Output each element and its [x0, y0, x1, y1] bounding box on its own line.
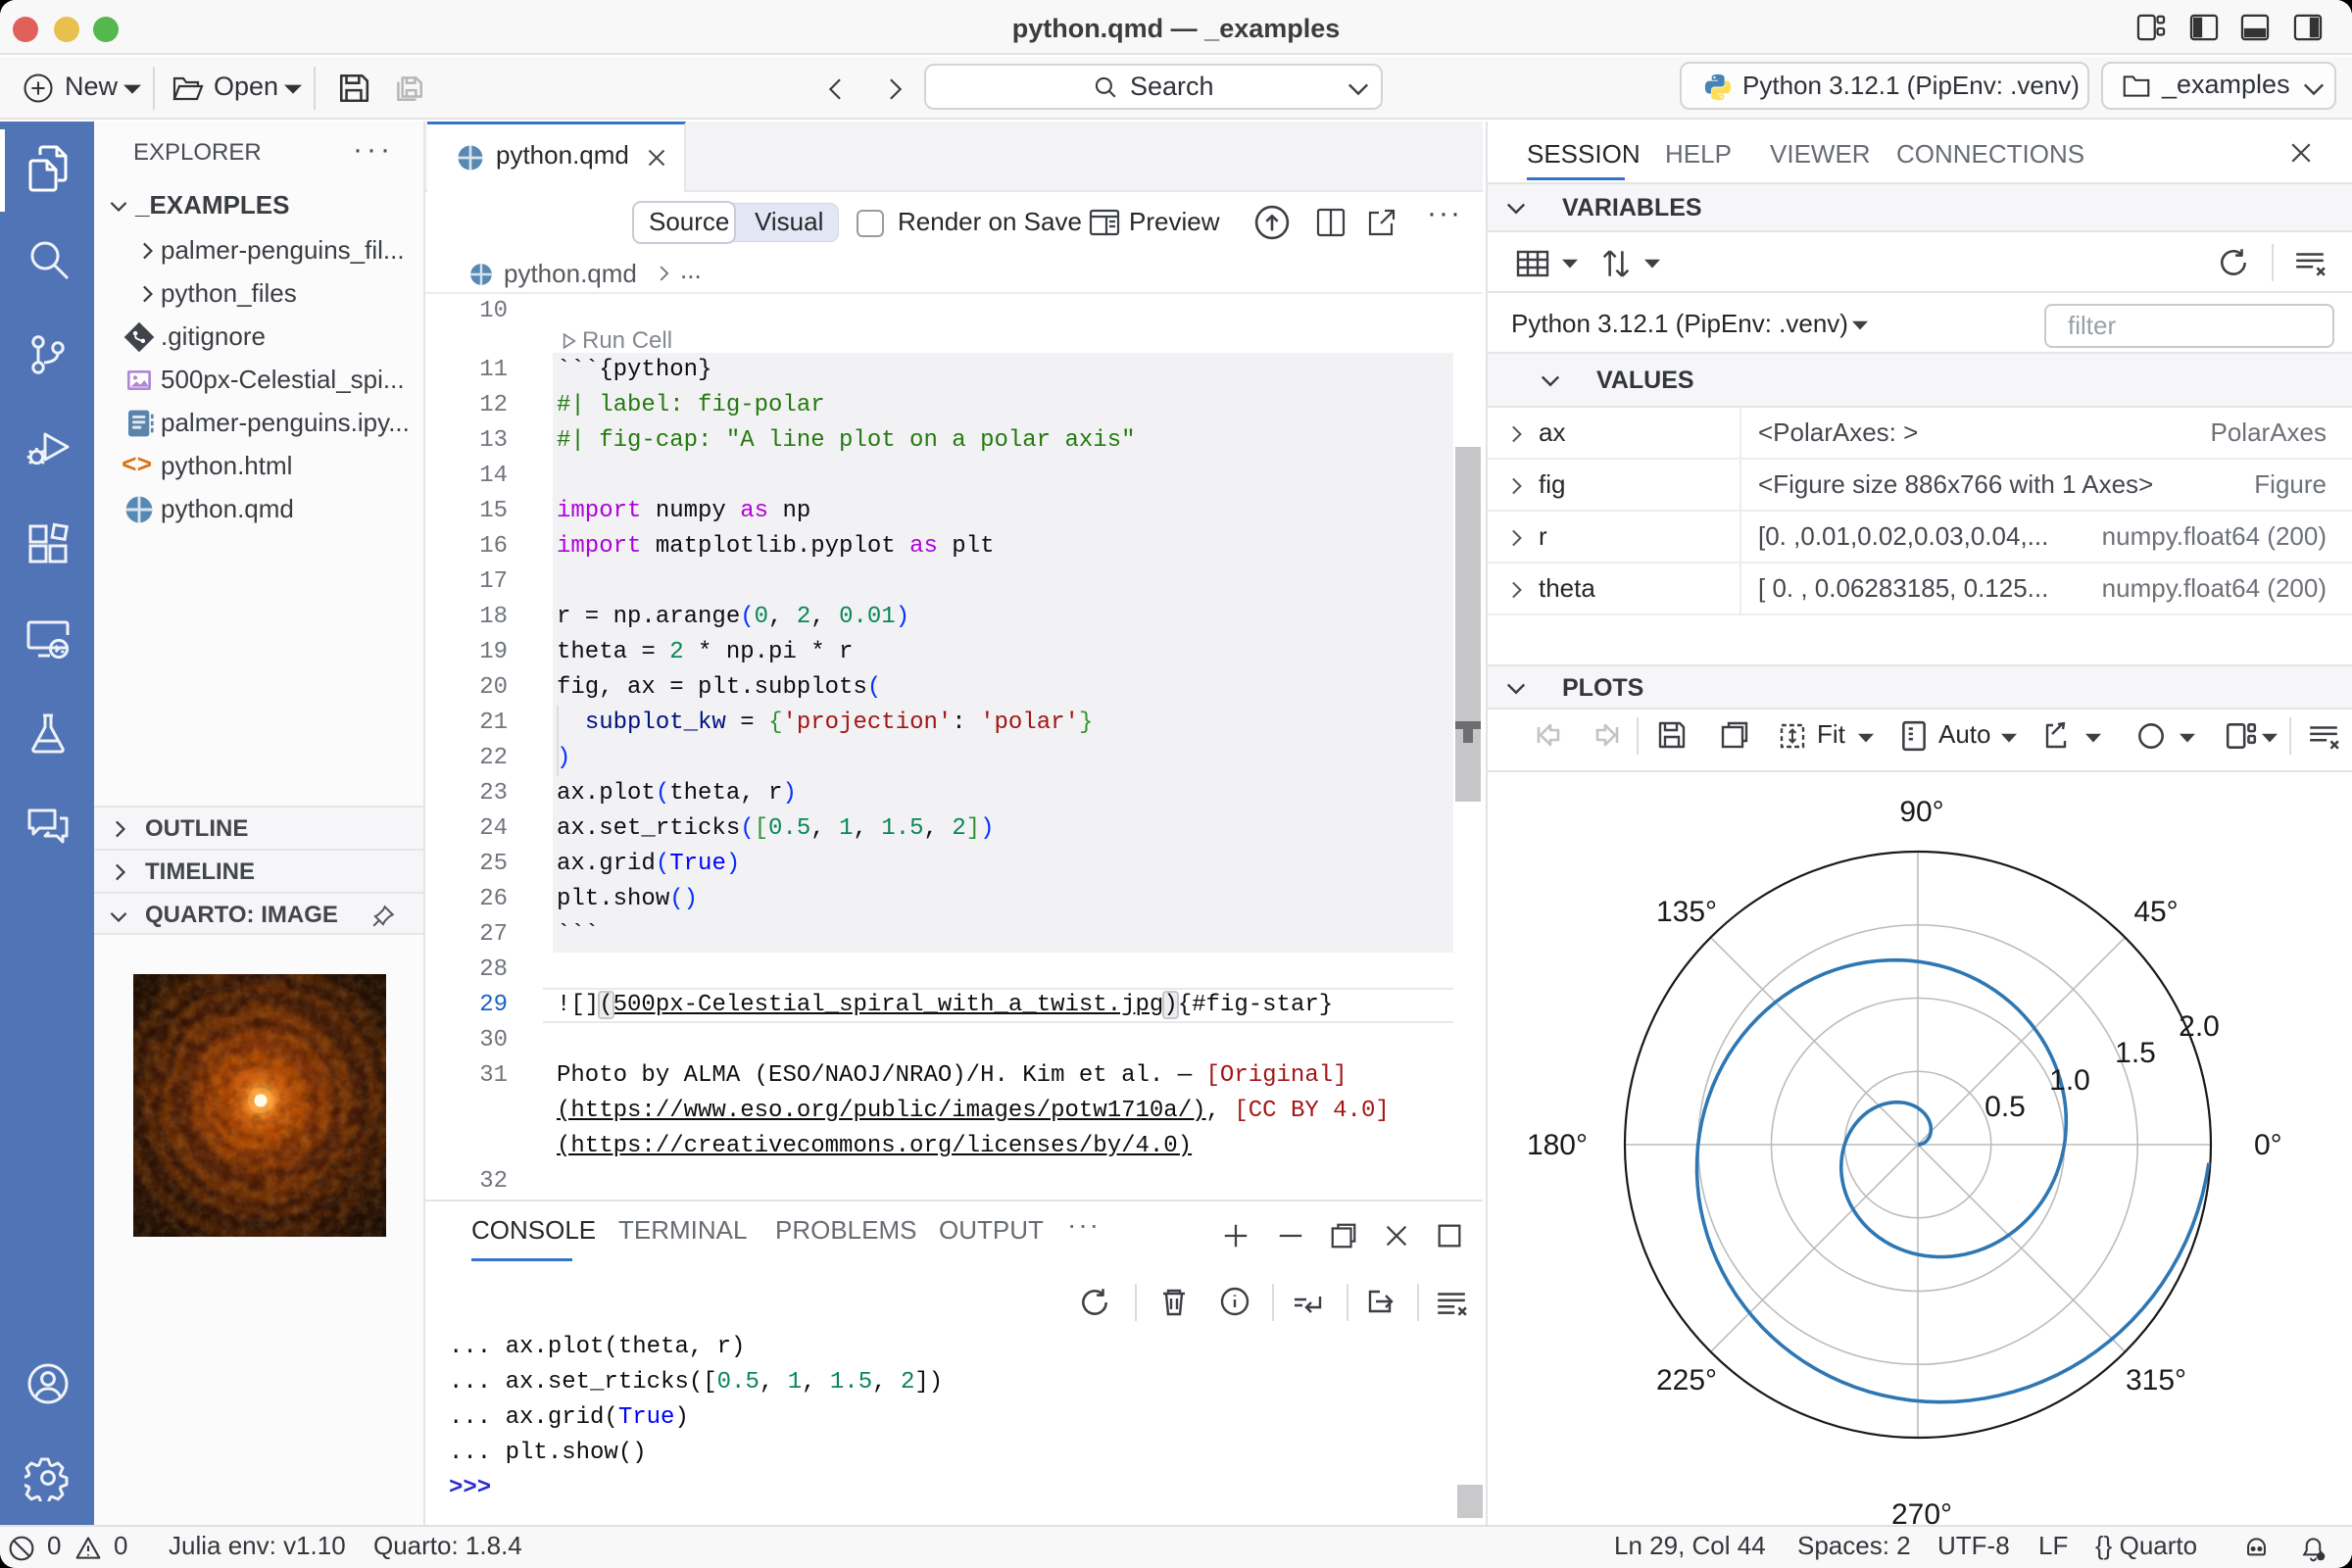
svg-text:45°: 45° — [2133, 896, 2178, 928]
svg-text:1.5: 1.5 — [2115, 1037, 2156, 1069]
svg-text:90°: 90° — [1899, 796, 1943, 828]
svg-text:0°: 0° — [2254, 1129, 2282, 1161]
svg-text:0.5: 0.5 — [1984, 1091, 2026, 1123]
svg-text:135°: 135° — [1656, 896, 1717, 928]
svg-text:180°: 180° — [1527, 1129, 1588, 1161]
svg-text:2.0: 2.0 — [2179, 1010, 2220, 1043]
svg-text:1.0: 1.0 — [2049, 1064, 2090, 1097]
svg-text:225°: 225° — [1656, 1364, 1717, 1396]
svg-text:315°: 315° — [2126, 1364, 2186, 1396]
svg-text:270°: 270° — [1891, 1498, 1952, 1525]
